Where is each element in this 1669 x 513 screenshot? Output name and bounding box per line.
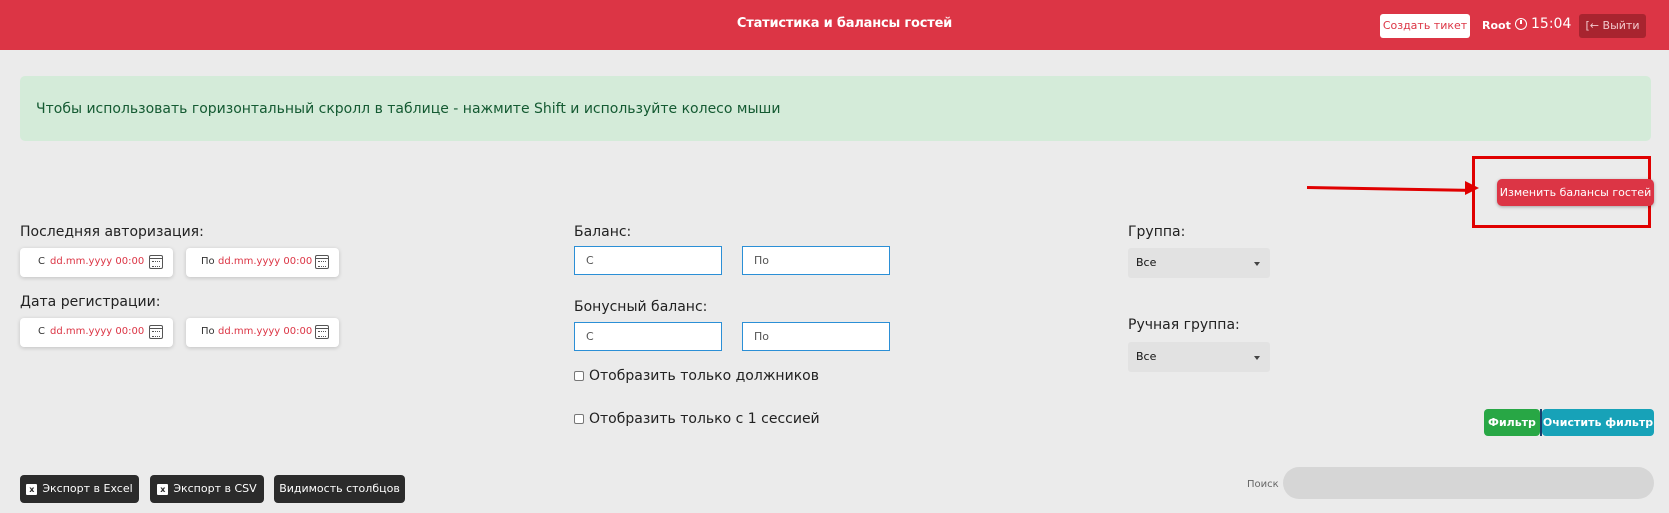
filter-button[interactable]: Фильтр bbox=[1484, 409, 1540, 436]
clock: 15:04 bbox=[1515, 16, 1571, 32]
date-placeholder: dd.mm.yyyy 00:00 bbox=[50, 326, 145, 337]
one-session-option[interactable]: Отобразить только с 1 сессией bbox=[574, 411, 820, 427]
date-placeholder: dd.mm.yyyy 00:00 bbox=[50, 256, 145, 267]
to-prefix: По bbox=[201, 326, 215, 337]
change-balances-button[interactable]: Изменить балансы гостей bbox=[1497, 179, 1654, 206]
annotation-arrow-line bbox=[1306, 186, 1471, 192]
top-header: Статистика и балансы гостей Создать тике… bbox=[0, 0, 1669, 50]
balance-from-input[interactable]: С bbox=[574, 246, 722, 275]
group-label: Группа: bbox=[1128, 224, 1186, 240]
export-csv-label: Экспорт в CSV bbox=[173, 482, 257, 495]
chevron-down-icon bbox=[1254, 356, 1260, 360]
from-prefix: С bbox=[38, 256, 45, 267]
export-csv-button[interactable]: x Экспорт в CSV bbox=[150, 475, 264, 503]
info-alert: Чтобы использовать горизонтальный скролл… bbox=[20, 76, 1651, 141]
bonus-balance-to-input[interactable]: По bbox=[742, 322, 890, 351]
calendar-icon[interactable] bbox=[315, 255, 329, 269]
last-auth-from-field[interactable]: С dd.mm.yyyy 00:00 bbox=[20, 248, 173, 277]
date-placeholder: dd.mm.yyyy 00:00 bbox=[218, 256, 313, 267]
logout-button[interactable]: [← Выйти bbox=[1579, 14, 1646, 38]
reg-date-to-field[interactable]: По dd.mm.yyyy 00:00 bbox=[186, 318, 339, 347]
group-select[interactable]: Все bbox=[1128, 248, 1270, 278]
debtors-only-checkbox[interactable] bbox=[574, 371, 584, 381]
last-auth-label: Последняя авторизация: bbox=[20, 224, 204, 240]
balance-label: Баланс: bbox=[574, 224, 632, 240]
to-prefix: По bbox=[201, 256, 215, 267]
one-session-checkbox[interactable] bbox=[574, 414, 584, 424]
date-placeholder: dd.mm.yyyy 00:00 bbox=[218, 326, 313, 337]
balance-to-input[interactable]: По bbox=[742, 246, 890, 275]
user-name: Root bbox=[1482, 19, 1511, 32]
reg-date-from-field[interactable]: С dd.mm.yyyy 00:00 bbox=[20, 318, 173, 347]
calendar-icon[interactable] bbox=[149, 255, 163, 269]
group-select-value: Все bbox=[1136, 256, 1157, 269]
logout-label: Выйти bbox=[1602, 19, 1640, 32]
manual-group-label: Ручная группа: bbox=[1128, 317, 1240, 333]
calendar-icon[interactable] bbox=[149, 325, 163, 339]
create-ticket-button[interactable]: Создать тикет bbox=[1380, 14, 1470, 38]
bonus-balance-from-input[interactable]: С bbox=[574, 322, 722, 351]
clock-time: 15:04 bbox=[1531, 16, 1572, 32]
alert-text: Чтобы использовать горизонтальный скролл… bbox=[36, 101, 781, 117]
debtors-only-label: Отобразить только должников bbox=[589, 368, 819, 384]
search-input[interactable] bbox=[1283, 467, 1654, 499]
columns-visibility-button[interactable]: Видимость столбцов bbox=[274, 475, 405, 503]
bonus-balance-label: Бонусный баланс: bbox=[574, 299, 708, 315]
export-excel-label: Экспорт в Excel bbox=[42, 482, 133, 495]
reg-date-label: Дата регистрации: bbox=[20, 294, 161, 310]
clock-icon bbox=[1515, 18, 1527, 30]
from-prefix: С bbox=[38, 326, 45, 337]
chevron-down-icon bbox=[1254, 262, 1260, 266]
one-session-label: Отобразить только с 1 сессией bbox=[589, 411, 820, 427]
export-excel-button[interactable]: x Экспорт в Excel bbox=[20, 475, 139, 503]
excel-icon: x bbox=[26, 483, 38, 495]
search-label: Поиск bbox=[1247, 479, 1279, 490]
last-auth-to-field[interactable]: По dd.mm.yyyy 00:00 bbox=[186, 248, 339, 277]
debtors-only-option[interactable]: Отобразить только должников bbox=[574, 368, 819, 384]
clear-filter-button[interactable]: Очистить фильтр bbox=[1542, 409, 1654, 436]
csv-icon: x bbox=[157, 483, 169, 495]
calendar-icon[interactable] bbox=[315, 325, 329, 339]
manual-group-select-value: Все bbox=[1136, 350, 1157, 363]
logout-icon: [← bbox=[1585, 19, 1600, 32]
manual-group-select[interactable]: Все bbox=[1128, 342, 1270, 372]
